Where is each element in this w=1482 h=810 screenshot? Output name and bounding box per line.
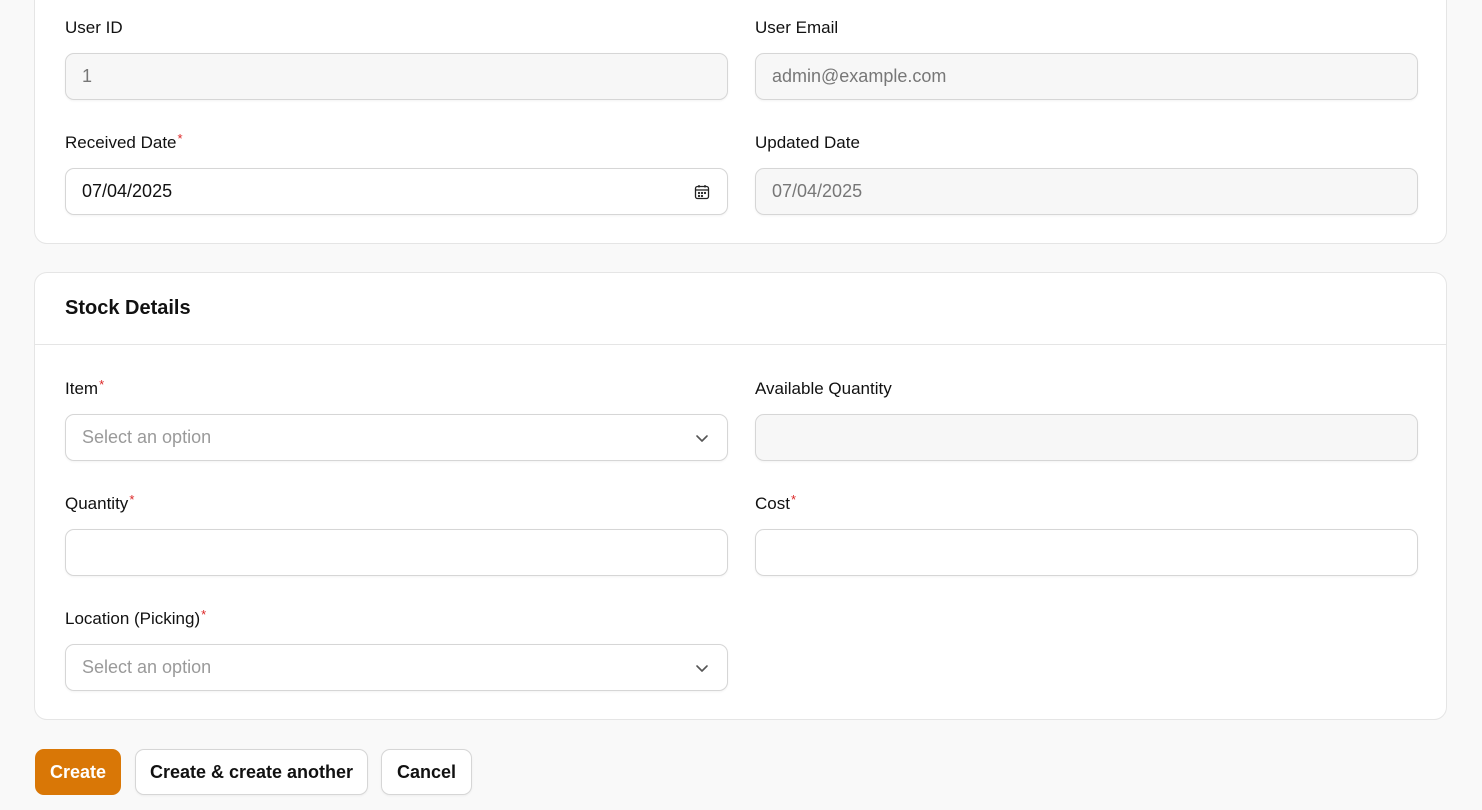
calendar-icon[interactable] [693, 183, 711, 201]
available-quantity-label: Available Quantity [755, 379, 892, 398]
cancel-button[interactable]: Cancel [381, 749, 472, 795]
chevron-down-icon [693, 659, 711, 677]
cost-input[interactable] [755, 529, 1418, 576]
received-date-field: Received Date* 07/04/2025 [65, 131, 728, 215]
received-date-label-text: Received Date [65, 133, 177, 152]
required-marker: * [99, 377, 105, 392]
required-marker: * [129, 492, 135, 507]
stock-details-title: Stock Details [65, 297, 191, 319]
updated-date-input: 07/04/2025 [755, 168, 1418, 215]
location-select[interactable]: Select an option [65, 644, 728, 691]
required-marker: * [790, 492, 797, 507]
quantity-field: Quantity* [65, 492, 728, 576]
user-id-value: 1 [82, 66, 93, 86]
user-email-field: User Email admin@example.com [755, 17, 1418, 100]
location-label: Location (Picking)* [65, 607, 728, 630]
required-marker: * [177, 131, 183, 146]
cost-field: Cost* [755, 492, 1418, 576]
location-field: Location (Picking)* Select an option [65, 607, 728, 691]
quantity-label-text: Quantity [65, 494, 129, 513]
stock-details-header: Stock Details [35, 273, 1446, 345]
available-quantity-input [755, 414, 1418, 461]
item-field: Item* Select an option [65, 377, 728, 461]
item-label: Item* [65, 377, 728, 400]
user-email-label: User Email [755, 18, 839, 37]
user-id-input: 1 [65, 53, 728, 100]
cost-label-text: Cost [755, 494, 790, 513]
item-select[interactable]: Select an option [65, 414, 728, 461]
quantity-input[interactable] [65, 529, 728, 576]
quantity-label: Quantity* [65, 492, 728, 515]
user-email-input: admin@example.com [755, 53, 1418, 100]
chevron-down-icon [693, 429, 711, 447]
location-placeholder: Select an option [82, 657, 212, 677]
general-info-card: User ID 1 User Email admin@example.com R… [34, 0, 1447, 244]
stock-details-card: Stock Details Item* Select an option Ava… [34, 272, 1447, 720]
location-label-text: Location (Picking) [65, 609, 201, 628]
create-button[interactable]: Create [35, 749, 121, 795]
create-another-button[interactable]: Create & create another [135, 749, 368, 795]
updated-date-label: Updated Date [755, 133, 860, 152]
received-date-input[interactable]: 07/04/2025 [65, 168, 728, 215]
received-date-value: 07/04/2025 [82, 181, 173, 201]
required-marker: * [201, 607, 207, 622]
item-placeholder: Select an option [82, 427, 212, 447]
cost-label: Cost* [755, 492, 1418, 515]
available-quantity-field: Available Quantity [755, 378, 1418, 461]
updated-date-field: Updated Date 07/04/2025 [755, 132, 1418, 215]
user-id-field: User ID 1 [65, 17, 728, 100]
received-date-label: Received Date* [65, 131, 728, 154]
item-label-text: Item [65, 379, 99, 398]
updated-date-value: 07/04/2025 [772, 181, 863, 201]
user-email-value: admin@example.com [772, 66, 947, 86]
user-id-label: User ID [65, 18, 123, 37]
